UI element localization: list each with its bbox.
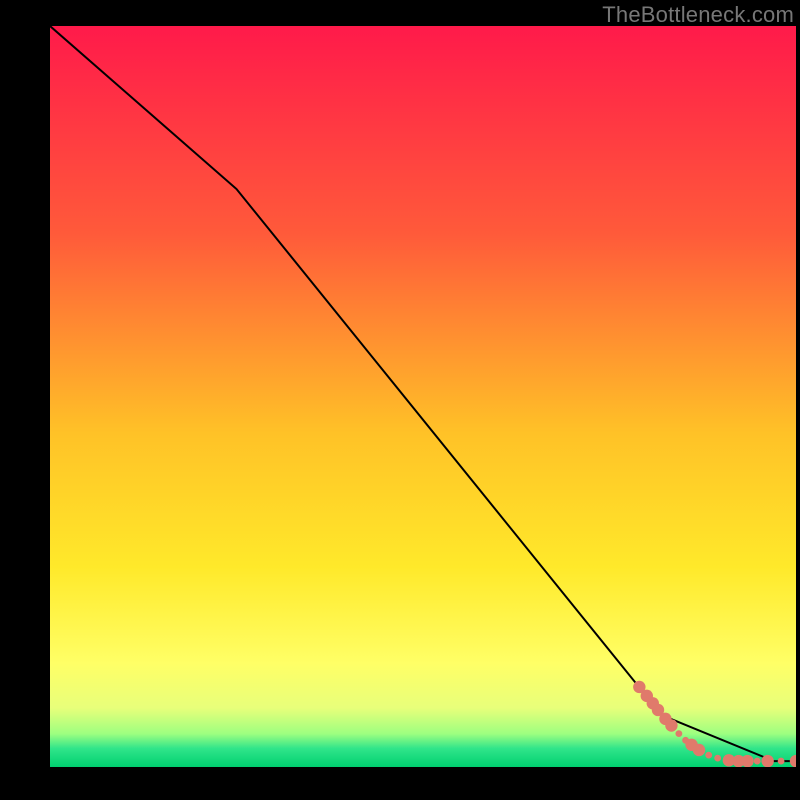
highlight-point (761, 755, 773, 767)
watermark-label: TheBottleneck.com (602, 2, 794, 28)
highlight-point (705, 752, 712, 759)
plot-area (50, 26, 796, 767)
highlight-point (741, 755, 753, 767)
highlight-point (778, 758, 785, 765)
highlight-point (693, 744, 705, 756)
highlight-point (714, 755, 721, 762)
highlight-point (665, 719, 677, 731)
highlight-point (754, 758, 761, 765)
chart-background (50, 26, 796, 767)
highlight-point (675, 730, 682, 737)
chart-svg (50, 26, 796, 767)
chart-frame: TheBottleneck.com (0, 0, 800, 800)
